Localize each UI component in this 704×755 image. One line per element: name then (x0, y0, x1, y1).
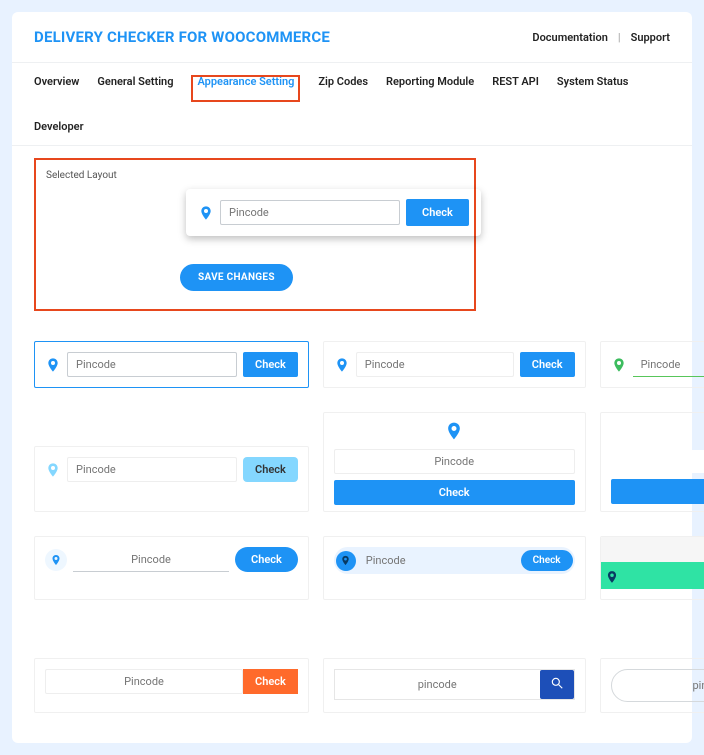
tabs-bar: Overview General Setting Appearance Sett… (12, 62, 692, 146)
check-button[interactable]: Check (243, 669, 298, 694)
check-button[interactable]: Check (243, 457, 298, 482)
layout-option[interactable]: Check (34, 341, 309, 388)
pincode-input[interactable] (220, 200, 400, 225)
layout-option[interactable]: Pincode Check (600, 536, 704, 600)
pincode-input[interactable] (633, 353, 704, 377)
layout-option[interactable]: Check (34, 536, 309, 600)
save-changes-button[interactable]: SAVE CHANGES (180, 264, 293, 291)
search-icon (550, 676, 564, 690)
divider: | (618, 31, 621, 44)
layout-option[interactable] (323, 658, 586, 713)
check-button[interactable]: Check (611, 479, 704, 504)
location-pin-icon (611, 355, 627, 375)
check-button[interactable]: Check (243, 352, 298, 377)
tab-appearance-setting[interactable]: Appearance Setting (191, 75, 300, 102)
layout-option[interactable]: Check (323, 536, 586, 600)
pincode-input[interactable] (335, 670, 540, 699)
pincode-input[interactable] (67, 457, 237, 482)
search-button[interactable] (540, 670, 574, 699)
layout-option[interactable] (600, 658, 704, 713)
pincode-input[interactable] (612, 674, 704, 697)
content-area: Selected Layout Check SAVE CHANGES (12, 146, 692, 743)
tab-overview[interactable]: Overview (34, 75, 79, 102)
location-pin-icon (45, 460, 61, 480)
location-pin-icon (605, 569, 619, 585)
pincode-input[interactable] (67, 352, 237, 377)
check-button[interactable]: Check (520, 352, 575, 377)
layout-option[interactable]: Check (34, 658, 309, 713)
pincode-input[interactable] (356, 352, 514, 377)
layout-option[interactable]: Check (323, 341, 586, 388)
header-links: Documentation | Support (532, 31, 670, 44)
tab-general-setting[interactable]: General Setting (97, 75, 173, 102)
tab-reporting-module[interactable]: Reporting Module (386, 75, 474, 102)
check-button[interactable]: Check (406, 199, 469, 226)
location-pin-icon (45, 549, 67, 571)
tab-developer[interactable]: Developer (34, 120, 84, 145)
location-pin-icon (198, 203, 214, 223)
layout-option[interactable]: Check (600, 341, 704, 388)
pincode-input[interactable] (611, 450, 704, 473)
selected-layout-preview: Check (186, 189, 481, 236)
location-pin-icon (336, 551, 356, 571)
check-button[interactable]: Check (521, 550, 573, 571)
layout-option[interactable]: Check (600, 412, 704, 512)
pincode-input[interactable] (356, 549, 521, 572)
header: DELIVERY CHECKER FOR WOOCOMMERCE Documen… (12, 12, 692, 56)
pincode-input[interactable] (73, 548, 229, 572)
tab-rest-api[interactable]: REST API (492, 75, 539, 102)
location-pin-icon (334, 355, 350, 375)
tab-zip-codes[interactable]: Zip Codes (318, 75, 368, 102)
support-link[interactable]: Support (631, 31, 670, 44)
selected-layout-box: Selected Layout Check SAVE CHANGES (34, 158, 476, 311)
app-page: DELIVERY CHECKER FOR WOOCOMMERCE Documen… (12, 12, 692, 743)
check-button[interactable]: Check (235, 547, 298, 572)
layout-option[interactable]: Check (34, 446, 309, 512)
selected-layout-label: Selected Layout (46, 170, 464, 181)
location-pin-icon (444, 419, 464, 443)
app-title: DELIVERY CHECKER FOR WOOCOMMERCE (34, 28, 330, 46)
pincode-input[interactable]: Pincode (601, 537, 704, 562)
layout-grid: Check Check Check (34, 341, 670, 713)
pincode-input[interactable] (45, 669, 243, 694)
location-pin-icon (45, 355, 61, 375)
pincode-input[interactable] (334, 449, 575, 474)
layout-option[interactable]: Check (323, 412, 586, 512)
check-button[interactable]: Check (334, 480, 575, 505)
tab-system-status[interactable]: System Status (557, 75, 629, 102)
documentation-link[interactable]: Documentation (532, 31, 607, 44)
